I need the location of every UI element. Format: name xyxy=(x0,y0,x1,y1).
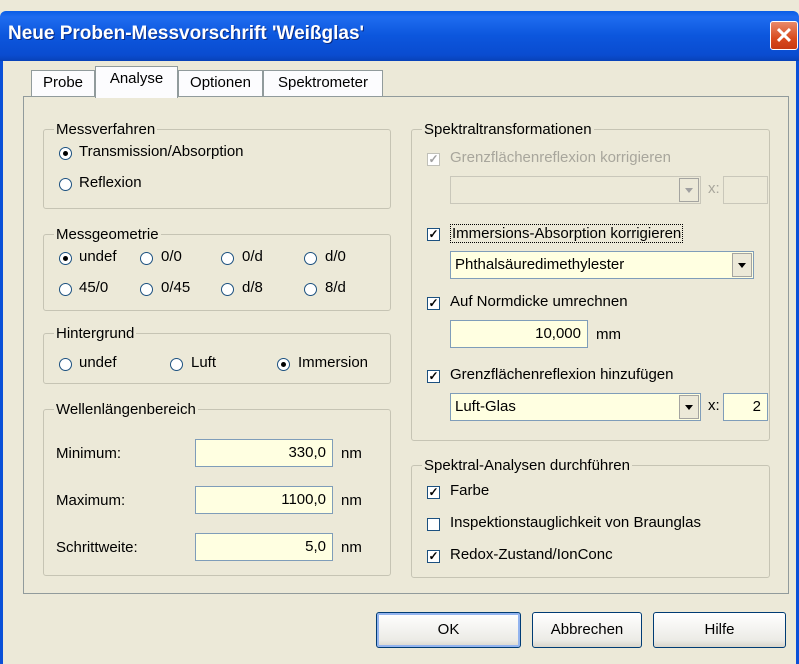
messverfahren-group: Messverfahren Transmission/Absorption Re… xyxy=(43,121,391,209)
radio-geo-undef[interactable] xyxy=(59,252,72,265)
radio-bg-luft[interactable] xyxy=(170,358,183,371)
normdicke-unit: mm xyxy=(596,326,621,343)
schrittweite-unit: nm xyxy=(341,539,362,556)
radio-reflexion-label: Reflexion xyxy=(79,174,142,191)
braunglas-checkbox[interactable] xyxy=(427,518,440,531)
tab-label: Spektrometer xyxy=(277,74,369,91)
tab-spektrometer[interactable]: Spektrometer xyxy=(263,70,383,96)
maximum-unit: nm xyxy=(341,492,362,509)
grenzflaeche-korrigieren-combo[interactable] xyxy=(450,176,701,204)
spektraltransformationen-legend: Spektraltransformationen xyxy=(422,121,594,138)
farbe-checkbox[interactable]: ✓ xyxy=(427,486,440,499)
close-button[interactable]: ✕ xyxy=(770,21,798,50)
grenzflaeche-hinzufuegen-label: Grenzflächenreflexion hinzufügen xyxy=(450,366,674,383)
radio-geo-0-45-label: 0/45 xyxy=(161,279,191,296)
tab-analyse[interactable]: Analyse xyxy=(95,66,178,98)
radio-geo-0-45[interactable] xyxy=(140,283,153,296)
messgeometrie-group: Messgeometrie undef 0/0 0/d d/0 45/0 0/4… xyxy=(43,226,391,311)
spektralanalysen-legend: Spektral-Analysen durchführen xyxy=(422,457,632,474)
radio-geo-8-d-label: 8/d xyxy=(325,279,346,296)
grenzflaeche-hinzufuegen-x-input[interactable]: 2 xyxy=(723,393,768,421)
braunglas-label: Inspektionstauglichkeit von Braunglas xyxy=(450,514,701,531)
farbe-label: Farbe xyxy=(450,482,490,499)
radio-geo-0-d[interactable] xyxy=(221,252,234,265)
tab-panel-analyse: Messverfahren Transmission/Absorption Re… xyxy=(23,96,789,594)
minimum-label: Minimum: xyxy=(56,445,122,462)
radio-transmission[interactable] xyxy=(59,147,72,160)
tab-label: Analyse xyxy=(109,70,164,87)
tab-label: Probe xyxy=(42,74,84,91)
maximum-label: Maximum: xyxy=(56,492,126,509)
dialog-window: Neue Proben-Messvorschrift 'Weißglas' ✕ … xyxy=(0,0,799,664)
hintergrund-group: Hintergrund undef Luft Immersion xyxy=(43,325,391,384)
wellenlaengenbereich-group: Wellenlängenbereich Minimum: 330,0 nm Ma… xyxy=(43,401,391,576)
title-bar[interactable]: Neue Proben-Messvorschrift 'Weißglas' ✕ xyxy=(0,11,799,61)
spektraltransformationen-group: Spektraltransformationen ✓ Grenzflächenr… xyxy=(411,121,770,441)
normdicke-input[interactable]: 10,000 xyxy=(450,320,588,348)
grenzflaeche-korrigieren-x-label: x: xyxy=(708,180,720,197)
tab-probe[interactable]: Probe xyxy=(31,70,95,96)
radio-reflexion[interactable] xyxy=(59,178,72,191)
spektralanalysen-group: Spektral-Analysen durchführen ✓ Farbe In… xyxy=(411,457,770,578)
radio-geo-8-d[interactable] xyxy=(304,283,317,296)
window-title: Neue Proben-Messvorschrift 'Weißglas' xyxy=(8,23,365,44)
grenzflaeche-korrigieren-checkbox[interactable]: ✓ xyxy=(427,153,440,166)
radio-geo-45-0[interactable] xyxy=(59,283,72,296)
tab-label: Optionen xyxy=(190,74,251,91)
maximum-input[interactable]: 1100,0 xyxy=(195,486,333,514)
minimum-unit: nm xyxy=(341,445,362,462)
radio-geo-d-8-label: d/8 xyxy=(242,279,263,296)
cancel-button[interactable]: Abbrechen xyxy=(532,612,642,648)
radio-transmission-label: Transmission/Absorption xyxy=(79,143,244,160)
radio-geo-0-0-label: 0/0 xyxy=(161,248,182,265)
help-button[interactable]: Hilfe xyxy=(653,612,786,648)
chevron-down-icon[interactable] xyxy=(679,395,699,419)
grenzflaeche-hinzufuegen-checkbox[interactable]: ✓ xyxy=(427,370,440,383)
radio-geo-0-0[interactable] xyxy=(140,252,153,265)
radio-bg-immersion-label: Immersion xyxy=(298,354,369,371)
radio-bg-immersion[interactable] xyxy=(277,358,290,371)
messverfahren-legend: Messverfahren xyxy=(54,121,158,138)
grenzflaeche-korrigieren-label: Grenzflächenreflexion korrigieren xyxy=(450,149,671,166)
hintergrund-legend: Hintergrund xyxy=(54,325,137,342)
ok-button[interactable]: OK xyxy=(376,612,521,648)
radio-bg-undef-label: undef xyxy=(79,354,117,371)
radio-bg-undef[interactable] xyxy=(59,358,72,371)
radio-geo-d-0-label: d/0 xyxy=(325,248,346,265)
window-frame-left xyxy=(0,61,3,664)
messgeometrie-legend: Messgeometrie xyxy=(54,226,161,243)
schrittweite-label: Schrittweite: xyxy=(56,539,138,556)
minimum-input[interactable]: 330,0 xyxy=(195,439,333,467)
immersion-label: Immersions-Absorption korrigieren xyxy=(450,224,684,243)
grenzflaeche-hinzufuegen-combo-value: Luft-Glas xyxy=(455,398,516,415)
grenzflaeche-korrigieren-x-input[interactable] xyxy=(723,176,768,204)
chevron-down-icon[interactable] xyxy=(732,253,752,277)
grenzflaeche-hinzufuegen-x-label: x: xyxy=(708,397,720,414)
tab-optionen[interactable]: Optionen xyxy=(178,70,263,96)
immersion-combo[interactable]: Phthalsäuredimethylester xyxy=(450,251,754,279)
immersion-checkbox[interactable]: ✓ xyxy=(427,228,440,241)
normdicke-label: Auf Normdicke umrechnen xyxy=(450,293,628,310)
radio-bg-luft-label: Luft xyxy=(191,354,217,371)
schrittweite-input[interactable]: 5,0 xyxy=(195,533,333,561)
normdicke-checkbox[interactable]: ✓ xyxy=(427,297,440,310)
immersion-combo-value: Phthalsäuredimethylester xyxy=(455,256,625,273)
close-icon: ✕ xyxy=(774,23,794,48)
radio-geo-d-8[interactable] xyxy=(221,283,234,296)
redox-label: Redox-Zustand/IonConc xyxy=(450,546,613,563)
radio-geo-d-0[interactable] xyxy=(304,252,317,265)
wellenlaengenbereich-legend: Wellenlängenbereich xyxy=(54,401,198,418)
radio-geo-undef-label: undef xyxy=(79,248,117,265)
radio-geo-0-d-label: 0/d xyxy=(242,248,263,265)
redox-checkbox[interactable]: ✓ xyxy=(427,550,440,563)
grenzflaeche-hinzufuegen-combo[interactable]: Luft-Glas xyxy=(450,393,701,421)
chevron-down-icon[interactable] xyxy=(679,178,699,202)
radio-geo-45-0-label: 45/0 xyxy=(79,279,109,296)
